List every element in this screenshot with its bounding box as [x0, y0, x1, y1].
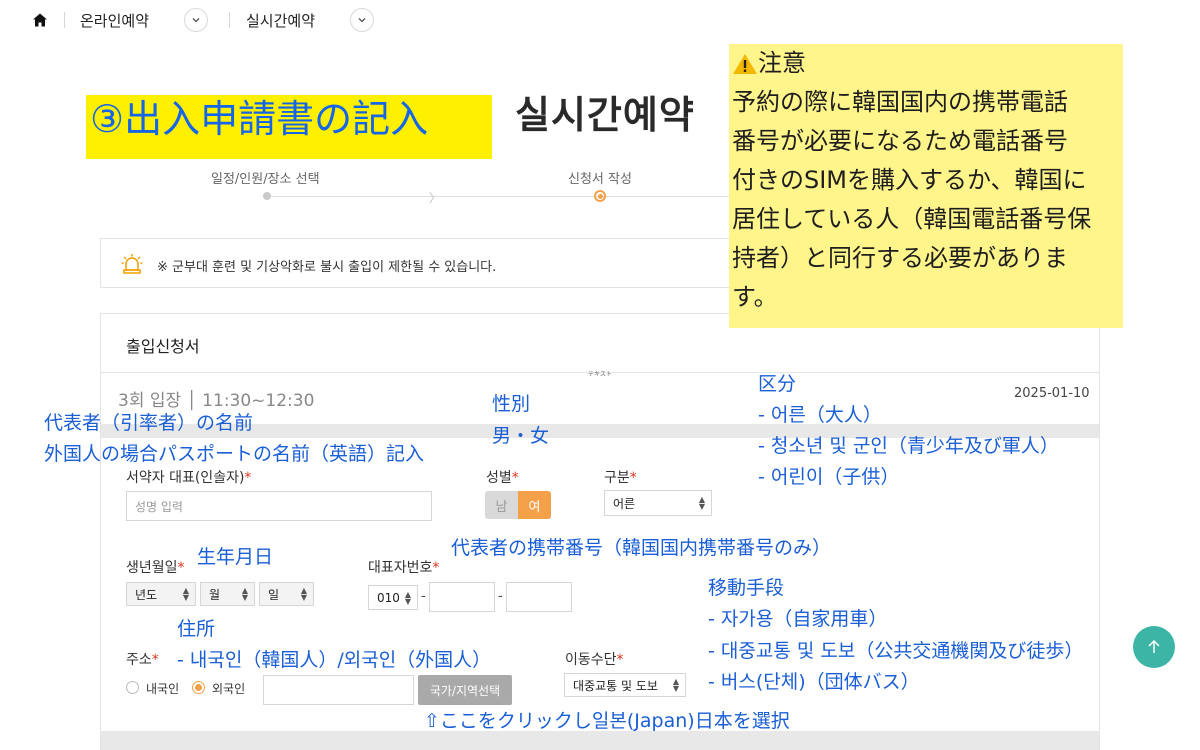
page-title: 실시간예약 [515, 93, 695, 137]
annotation-address-types: - 내국인（韓国人）/외국인（外国人） [177, 649, 492, 671]
annotation-rep-name: 代表者（引率者）の名前 [44, 412, 254, 434]
nav-dropdown-button[interactable] [184, 8, 208, 32]
annotation-transport: 移動手段 [708, 577, 785, 599]
address-label: 주소* [126, 652, 159, 668]
nav-realtime-reservation[interactable]: 실시간예약 [246, 10, 315, 31]
annotation-address: 住所 [177, 618, 216, 640]
step-1-label: 일정/인원/장소 선택 [211, 172, 320, 187]
rep-label: 서약자 대표(인솔자)* [126, 470, 252, 486]
select-arrows-icon: ▲ ▼ [672, 677, 679, 693]
step-2-label: 신청서 작성 [568, 172, 632, 187]
form-title: 출입신청서 [126, 337, 200, 356]
home-icon[interactable] [32, 12, 48, 28]
rep-name-input[interactable]: 성명 입력 [126, 491, 432, 521]
address-input[interactable] [263, 675, 414, 705]
gender-label: 성별* [486, 470, 519, 486]
nav-divider [229, 12, 230, 28]
annotation-phone: 代表者の携帯番号（韓国国内携帯番号のみ） [451, 537, 832, 559]
phone-prefix-value: 010 [377, 590, 400, 605]
step-2-dot-active [594, 190, 606, 202]
select-arrows-icon: ▲ ▼ [698, 495, 705, 511]
address-domestic-label: 내국인 [146, 682, 180, 696]
notice-text: ※ 군부대 훈련 및 기상악화로 불시 출입이 제한될 수 있습니다. [157, 260, 497, 275]
gender-male-button[interactable]: 남 [485, 491, 518, 519]
annotation-transport-bus: - 버스(단체)（団体バス） [708, 671, 920, 693]
nav-dropdown-button[interactable] [350, 8, 374, 32]
transport-label: 이동수단* [565, 652, 624, 668]
caution-line: す。 [732, 283, 778, 311]
phone-last-input[interactable] [506, 582, 572, 612]
transport-value: 대중교통 및 도보 [573, 678, 658, 693]
select-arrows-icon: ▲ ▼ [182, 586, 189, 602]
phone-dash: - [498, 589, 503, 604]
phone-dash: - [421, 589, 426, 604]
caution-line: 番号が必要になるため電話番号 [732, 127, 1068, 155]
warning-icon [733, 53, 757, 74]
chevron-down-icon [358, 18, 366, 23]
annotation-category-child: - 어린이（子供） [758, 466, 900, 488]
caution-line: 持者）と同行する必要がありま [732, 244, 1068, 272]
phone-middle-input[interactable] [429, 582, 495, 612]
annotation-gender-values: 男・女 [492, 425, 550, 447]
select-arrows-icon: ▲ ▼ [241, 586, 248, 602]
address-foreign-label: 외국인 [212, 682, 246, 696]
caution-line: 居住している人（韓国電話番号保 [732, 205, 1092, 233]
annotation-transport-car: - 자가용（自家用車） [708, 608, 888, 630]
annotation-birth: 生年月日 [197, 546, 274, 568]
annotation-category: 区分 [758, 373, 797, 395]
tiny-label: テキスト [588, 371, 612, 378]
caution-heading-row: 注意 [732, 44, 1123, 83]
caution-note: 注意 予約の際に韓国国内の携帯電話 番号が必要になるため電話番号 付きのSIMを… [729, 44, 1123, 328]
phone-label: 대표자번호* [368, 560, 440, 576]
step-chevron-icon: 〉 [429, 191, 442, 205]
chevron-down-icon [192, 18, 200, 23]
select-arrows-icon: ▲ ▼ [300, 586, 307, 602]
birth-month-select[interactable]: 월 ▲ ▼ [200, 582, 255, 606]
step-line [265, 196, 729, 197]
annotation-category-youth: - 청소년 및 군인（青少年及び軍人） [758, 435, 1059, 457]
annotation-region-hint: ⇧ここをクリックし일본(Japan)日本を選択 [424, 710, 790, 732]
annotation-gender: 性別 [492, 393, 531, 415]
nav-online-reservation[interactable]: 온라인예약 [80, 10, 149, 31]
category-label: 구분* [604, 470, 637, 486]
category-value: 어른 [613, 496, 636, 511]
birth-day-value: 일 [268, 587, 280, 602]
annotation-transport-public: - 대중교통 및 도보（公共交通機関及び徒歩） [708, 640, 1084, 662]
alarm-light-icon [121, 254, 143, 274]
caution-line: 付きのSIMを購入するか、韓国に [732, 166, 1087, 194]
phone-prefix-select[interactable]: 010 ▲ ▼ [368, 585, 418, 610]
annotation-rep-passport: 外国人の場合パスポートの名前（英語）記入 [44, 443, 425, 465]
nav-divider [64, 12, 65, 28]
caution-line: 予約の際に韓国国内の携帯電話 [732, 88, 1068, 116]
gender-female-button[interactable]: 여 [518, 491, 551, 519]
arrow-up-icon [1148, 639, 1160, 653]
birth-year-value: 년도 [135, 587, 158, 602]
birth-year-select[interactable]: 년도 ▲ ▼ [126, 582, 196, 606]
address-foreign-radio[interactable] [192, 681, 205, 694]
annotation-category-adult: - 어른（大人） [758, 404, 882, 426]
birth-label: 생년월일* [126, 560, 185, 576]
title-note: ③出入申請書の記入 [86, 95, 492, 159]
transport-select[interactable]: 대중교통 및 도보 ▲ ▼ [564, 673, 686, 697]
category-select[interactable]: 어른 ▲ ▼ [604, 490, 712, 516]
address-domestic-radio[interactable] [126, 681, 139, 694]
birth-day-select[interactable]: 일 ▲ ▼ [259, 582, 314, 606]
caution-heading: 注意 [758, 49, 806, 77]
region-select-button[interactable]: 국가/지역선택 [418, 675, 512, 705]
birth-month-value: 월 [209, 587, 221, 602]
scroll-top-button[interactable] [1133, 626, 1175, 668]
step-1-dot [263, 192, 271, 200]
select-arrows-icon: ▲ ▼ [404, 589, 411, 606]
entry-date: 2025-01-10 [1014, 386, 1090, 401]
